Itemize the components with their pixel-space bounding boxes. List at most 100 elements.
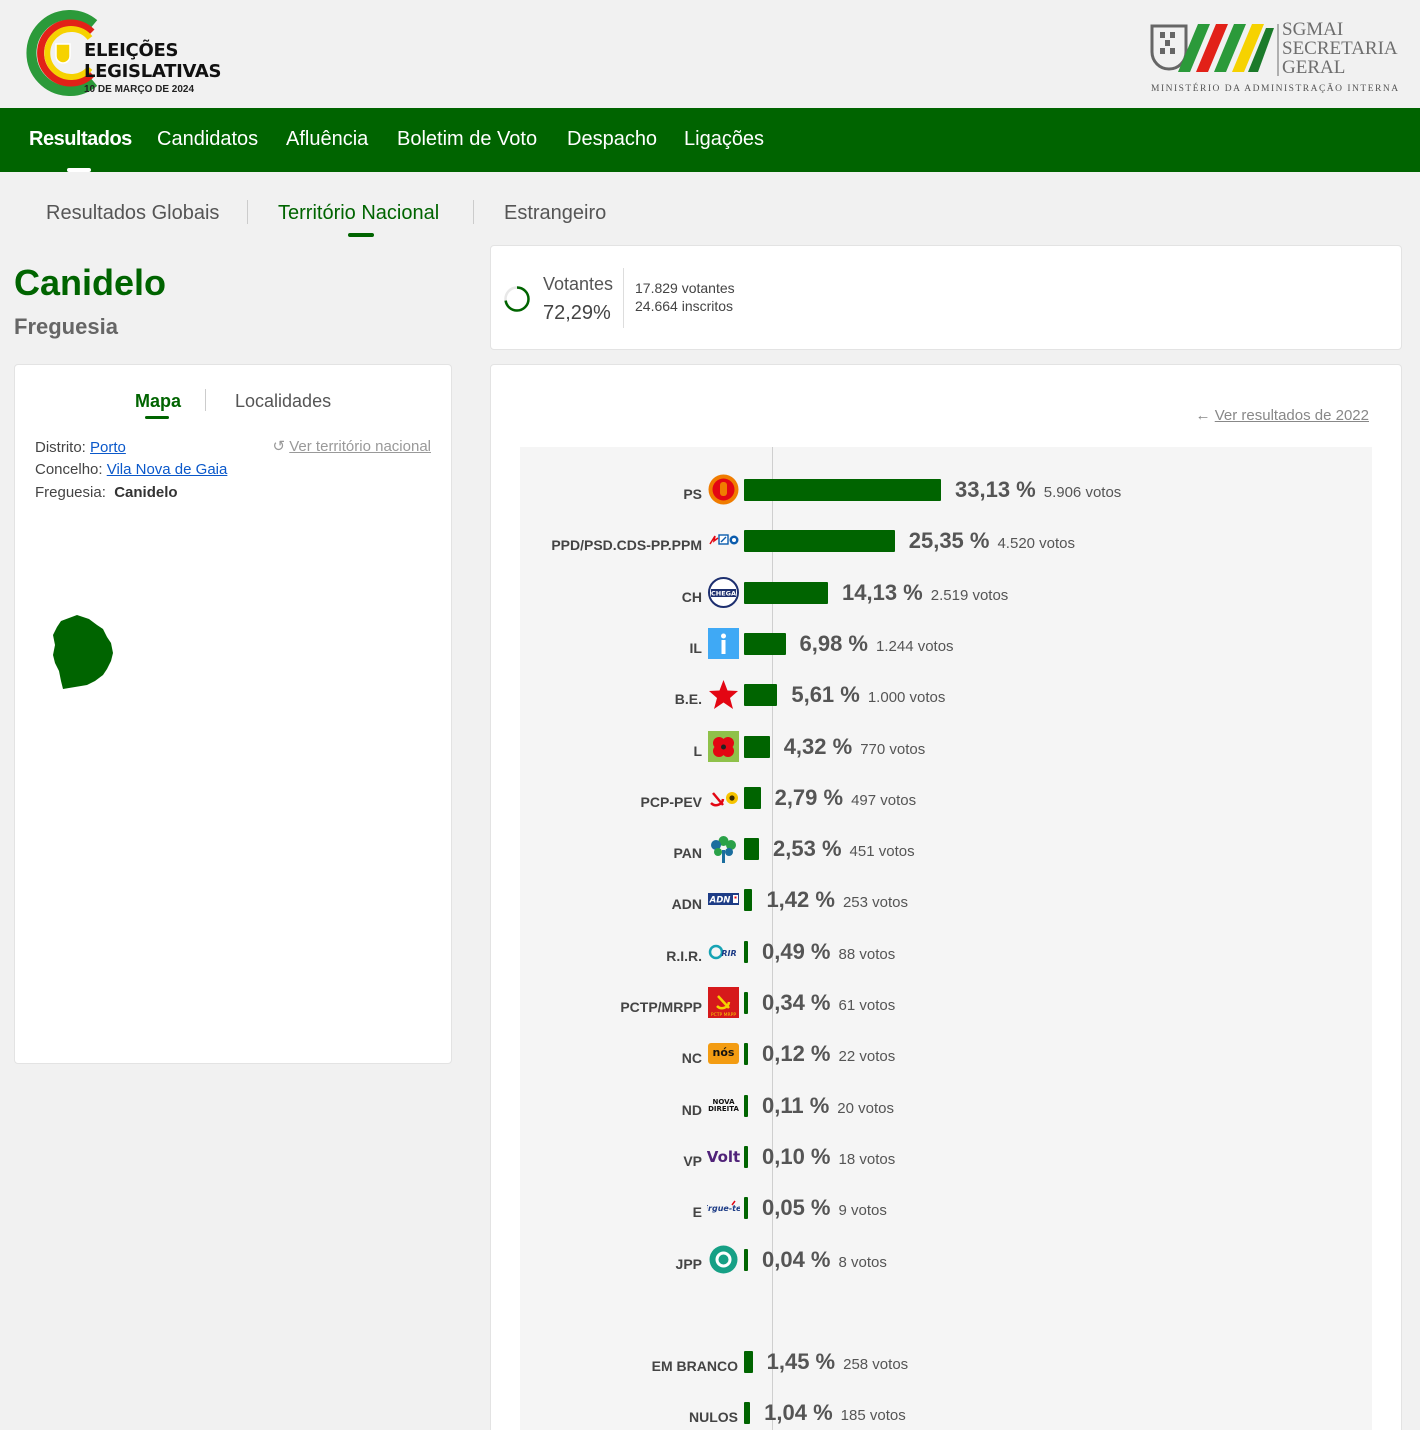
party-name: IL xyxy=(689,639,702,656)
party-name: JPP xyxy=(675,1255,702,1272)
result-row: PAN 2,53 % 451 votos xyxy=(520,828,1372,868)
page-title: Canidelo xyxy=(14,262,167,303)
cdu-logo-icon xyxy=(707,781,740,814)
bar-value-label: 1,42 % 253 votos xyxy=(766,887,908,913)
percent-label: 33,13 % xyxy=(955,477,1036,502)
top-header: ELEIÇÕES LEGISLATIVAS 10 DE MARÇO DE 202… xyxy=(0,0,1420,108)
bar-value-label: 0,34 % 61 votos xyxy=(762,990,895,1016)
nav-resultados[interactable]: Resultados xyxy=(29,128,132,151)
adn-logo-icon: ADN xyxy=(707,883,740,916)
result-bar[interactable] xyxy=(744,1043,748,1066)
page-subtitle: Freguesia xyxy=(14,314,118,339)
result-row: B.E. 5,61 % 1.000 votos xyxy=(520,674,1372,714)
logo-line2: LEGISLATIVAS xyxy=(84,61,222,82)
percent-label: 14,13 % xyxy=(842,579,923,605)
result-bar[interactable] xyxy=(744,479,941,501)
tab-separator xyxy=(247,200,248,224)
votes-label: 1.244 votos xyxy=(876,637,954,655)
turnout-label: Votantes xyxy=(543,274,614,294)
votes-label: 1.000 votos xyxy=(867,689,946,707)
percent-label: 2,79 % xyxy=(774,784,844,810)
result-bar[interactable] xyxy=(744,1197,748,1220)
ver-territorio-nacional-link[interactable]: ↺ Ver território nacional xyxy=(273,437,432,455)
freguesia-value: Canidelo xyxy=(114,484,178,501)
bar-value-label: 33,13 % 5.906 votos xyxy=(955,477,1121,503)
result-bar[interactable] xyxy=(744,1402,751,1425)
registered-count: 24.664 inscritos xyxy=(635,298,734,314)
party-name: PCP-PEV xyxy=(640,793,702,810)
bar-value-label: 0,11 % 20 votos xyxy=(762,1093,894,1119)
svg-text:Ergue-te: Ergue-te xyxy=(707,1204,740,1213)
result-bar[interactable] xyxy=(744,940,748,963)
nav-ligacoes[interactable]: Ligações xyxy=(684,128,764,151)
result-bar[interactable] xyxy=(744,735,770,758)
votes-label: 4.520 votos xyxy=(997,535,1076,553)
percent-label: 1,45 % xyxy=(766,1348,836,1374)
arrow-left-icon: ← xyxy=(1195,407,1211,424)
bar-value-label: 0,05 % 9 votos xyxy=(762,1195,887,1221)
tab-separator xyxy=(205,389,206,411)
party-name: ND xyxy=(681,1101,702,1118)
tab-localidades[interactable]: Localidades xyxy=(235,391,331,412)
result-bar[interactable] xyxy=(744,1094,748,1117)
result-bar[interactable] xyxy=(744,684,778,707)
voters-count: 17.829 votantes xyxy=(635,280,735,296)
party-name: NC xyxy=(681,1050,702,1067)
freguesia-map-shape[interactable] xyxy=(51,613,117,693)
result-bar[interactable] xyxy=(744,889,753,912)
svg-text:DIREITA: DIREITA xyxy=(708,1105,739,1113)
result-row: CH CHEGA 14,13 % 2.519 votos xyxy=(520,572,1372,612)
ver-resultados-2022-link[interactable]: ← Ver resultados de 2022 xyxy=(1196,407,1369,424)
result-bar[interactable] xyxy=(744,1248,748,1271)
nav-despacho[interactable]: Despacho xyxy=(567,128,657,151)
result-row: R.I.R. RIR 0,49 % 88 votos xyxy=(520,931,1372,971)
result-bar[interactable] xyxy=(744,632,786,655)
result-bar[interactable] xyxy=(744,1350,753,1373)
tab-territorio-nacional[interactable]: Território Nacional xyxy=(278,202,439,225)
percent-label: 0,11 % xyxy=(762,1092,830,1118)
votes-label: 253 votos xyxy=(842,894,908,912)
percent-label: 25,35 % xyxy=(908,528,990,554)
votes-label: 8 votos xyxy=(838,1253,887,1271)
bar-value-label: 5,61 % 1.000 votos xyxy=(791,682,945,708)
result-bar[interactable] xyxy=(744,992,748,1014)
pan-logo-icon xyxy=(707,832,740,865)
sgmai-logo[interactable]: SGMAI SECRETARIA GERAL MINISTÉRIO DA ADM… xyxy=(1148,18,1404,98)
result-row: VP Volt 0,10 % 18 votos xyxy=(520,1136,1372,1176)
sgmai-line1: SGMAI xyxy=(1282,19,1344,40)
svg-text:nós: nós xyxy=(713,1046,735,1059)
concelho-label: Concelho: xyxy=(35,461,103,478)
party-name: EM BRANCO xyxy=(651,1357,738,1374)
tab-active-indicator xyxy=(145,416,169,419)
result-row: EM BRANCO 1,45 % 258 votos xyxy=(520,1341,1372,1381)
party-name: VP xyxy=(683,1152,702,1169)
elections-logo[interactable]: ELEIÇÕES LEGISLATIVAS 10 DE MARÇO DE 202… xyxy=(24,10,224,98)
party-name: NULOS xyxy=(689,1409,738,1426)
votes-label: 5.906 votos xyxy=(1043,484,1122,501)
result-bar[interactable] xyxy=(744,838,760,861)
nav-candidatos[interactable]: Candidatos xyxy=(157,128,258,151)
sgmai-line3: GERAL xyxy=(1282,57,1346,78)
tab-estrangeiro[interactable]: Estrangeiro xyxy=(504,202,606,225)
result-bar[interactable] xyxy=(744,530,895,553)
tab-resultados-globais[interactable]: Resultados Globais xyxy=(46,202,219,225)
party-name: PCTP/MRPP xyxy=(620,999,702,1015)
result-row: PCTP/MRPP PCTP MRPP 0,34 % 61 votos xyxy=(520,982,1372,1022)
chega-logo-icon: CHEGA xyxy=(707,576,740,609)
result-bar[interactable] xyxy=(744,581,829,604)
logo-text: ELEIÇÕES LEGISLATIVAS xyxy=(84,40,221,82)
percent-label: 0,34 % xyxy=(762,990,831,1015)
result-bar[interactable] xyxy=(744,1145,748,1168)
distrito-link[interactable]: Porto xyxy=(90,439,126,456)
result-bar[interactable] xyxy=(744,786,761,809)
percent-label: 0,04 % xyxy=(762,1246,831,1272)
nav-afluencia[interactable]: Afluência xyxy=(286,128,368,151)
nav-boletim-de-voto[interactable]: Boletim de Voto xyxy=(397,128,537,151)
result-row: PS 33,13 % 5.906 votos xyxy=(520,469,1372,509)
votes-label: 20 votos xyxy=(837,1099,894,1117)
bar-value-label: 25,35 % 4.520 votos xyxy=(909,528,1075,554)
tab-mapa[interactable]: Mapa xyxy=(135,391,181,412)
concelho-link[interactable]: Vila Nova de Gaia xyxy=(107,461,228,478)
party-name: CH xyxy=(681,588,702,605)
votes-label: 88 votos xyxy=(838,945,896,963)
